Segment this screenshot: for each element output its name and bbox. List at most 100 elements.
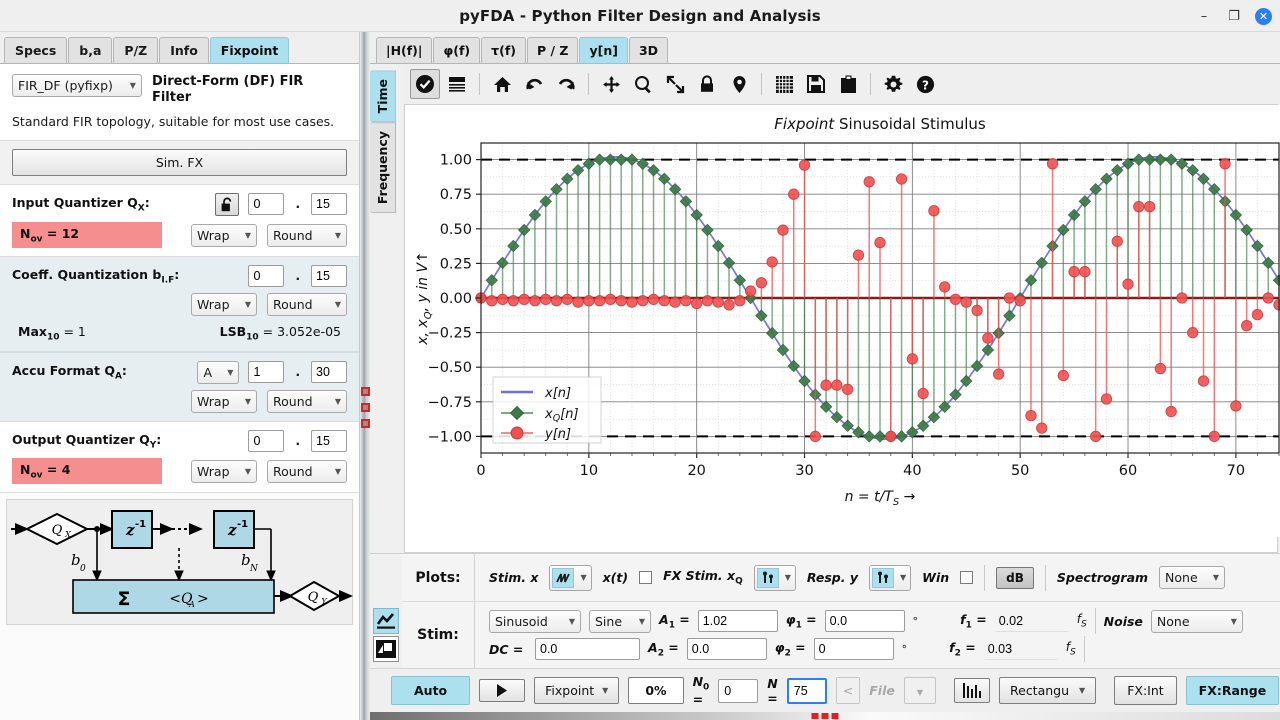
lock-icon[interactable] [692,69,722,99]
close-icon[interactable]: ✕ [1255,7,1272,25]
cq-max-value: = 1 [59,324,86,340]
tab-specs[interactable]: Specs [4,37,68,63]
coeff-frac-bits[interactable] [311,265,347,288]
zoom-fit-icon[interactable] [660,69,690,99]
coeff-quant-select[interactable]: Round ▼ [267,293,347,317]
splitter-handle[interactable] [361,387,370,435]
pan-icon[interactable] [596,69,626,99]
win-checkbox[interactable] [960,571,974,584]
tab-3d[interactable]: 3D [628,37,669,63]
tab-ba[interactable]: b,a [68,37,113,63]
a2-label: A2 = [648,640,679,659]
iq-ovfl-value: Wrap [197,227,230,243]
simulation-mode-select[interactable]: Fixpoint ▼ [534,677,620,704]
n0-input[interactable] [718,678,759,703]
accu-frac-bits[interactable] [311,361,347,384]
n0-sub: 0 [703,682,710,693]
oq-separator: . [295,433,300,448]
input-quantizer-quant-select[interactable]: Round ▼ [267,223,347,247]
tab-info[interactable]: Info [159,37,209,63]
accu-ovfl-select[interactable]: Wrap ▼ [191,389,257,413]
coeff-ovfl-select[interactable]: Wrap ▼ [191,293,257,317]
maximize-icon[interactable]: ❐ [1225,7,1243,25]
output-ovfl-select[interactable]: Wrap ▼ [191,459,257,483]
input-quantizer-int-bits[interactable] [248,193,285,216]
stim-x-style-select[interactable]: ▼ [549,564,592,591]
tab-magnitude[interactable]: |H(f)| [376,37,433,63]
lock-open-icon[interactable] [215,192,240,216]
stim-shape-select[interactable]: Sine ▼ [589,609,651,633]
topology-select[interactable]: FIR_DF (pyfixp) ▼ [12,74,142,97]
marker-icon[interactable] [724,69,754,99]
output-int-bits[interactable] [248,429,285,452]
a2-input[interactable] [686,638,767,660]
minimize-icon[interactable]: – [1195,7,1213,25]
tab-group-delay[interactable]: τ(f) [481,37,526,63]
fft-button[interactable] [954,678,990,703]
coeff-int-bits[interactable] [248,265,285,288]
panel-splitter[interactable] [360,32,370,720]
grid-icon[interactable] [769,69,799,99]
run-button[interactable] [479,679,526,702]
zoom-icon[interactable] [628,69,658,99]
window-buttons: – ❐ ✕ [1195,0,1272,32]
chevron-down-icon: ▼ [900,573,907,582]
redo-icon[interactable] [551,69,581,99]
tab-pz[interactable]: P/Z [113,37,159,63]
plot-canvas[interactable]: Fixpoint Sinusoidal Stimulus 0 10 20 30 40 50 6… [404,104,1280,553]
fx-stim-style-select[interactable]: ▼ [753,564,796,591]
clipboard-icon[interactable] [833,69,863,99]
phi1-input[interactable] [824,610,905,632]
vtab-time[interactable]: Time [370,70,396,123]
output-quant-select[interactable]: Round ▼ [267,459,347,483]
noise-select[interactable]: None ▼ [1150,609,1243,633]
line-plot-icon[interactable] [373,608,399,634]
f2-input[interactable] [983,638,1058,660]
help-icon[interactable]: ? [910,69,940,99]
area-plot-icon[interactable] [373,636,399,662]
input-quantizer-ovfl-select[interactable]: Wrap ▼ [191,223,257,247]
tab-phase[interactable]: φ(f) [433,37,481,63]
spectrogram-select[interactable]: None ▼ [1159,566,1226,589]
list-icon[interactable] [442,69,472,99]
n-eq: = [767,690,778,706]
file-select[interactable]: ▼ [903,677,936,704]
tab-impulse-response[interactable]: y[n] [579,37,628,63]
f2-unit: fS [1066,640,1076,657]
vtab-frequency[interactable]: Frequency [370,122,396,214]
output-frac-bits[interactable] [311,429,347,452]
f1-input[interactable] [994,610,1069,632]
auto-button[interactable]: Auto [391,676,471,705]
accu-int-bits[interactable] [248,361,285,384]
accu-mode-select[interactable]: A ▼ [197,360,240,384]
tab-fixpoint[interactable]: Fixpoint [209,37,290,63]
settings-icon[interactable] [878,69,908,99]
cq-label-text: Coeff. Quantization b [12,267,162,282]
fx-range-button[interactable]: FX:Range [1185,676,1280,705]
n-input[interactable] [786,677,827,704]
fx-int-button[interactable]: FX:Int [1114,676,1177,705]
sim-section: Sim. FX [0,140,359,185]
previous-file-button[interactable]: < [835,677,861,704]
resp-y-style-select[interactable]: ▼ [869,564,912,591]
undo-icon[interactable] [519,69,549,99]
phi2-input[interactable] [813,638,894,660]
chevron-down-icon: ▼ [244,230,251,240]
fft-window-select[interactable]: Rectangu ▼ [999,677,1097,704]
topology-select-value: FIR_DF (pyfixp) [18,78,113,93]
toolbar-separator [761,73,762,95]
a2-eq: = [663,639,679,655]
enable-plot-icon[interactable] [410,69,440,99]
home-icon[interactable] [487,69,517,99]
a1-input[interactable] [697,610,778,632]
tab-pole-zero[interactable]: P / Z [526,37,579,63]
stim-type-select[interactable]: Sinusoid ▼ [489,609,581,633]
sim-fx-button[interactable]: Sim. FX [12,148,347,176]
input-quantizer-frac-bits[interactable] [311,193,347,216]
xt-checkbox[interactable] [639,571,653,584]
db-toggle-button[interactable]: dB [996,566,1034,589]
accu-quant-select[interactable]: Round ▼ [267,389,347,413]
splitter-dot [361,403,370,412]
dc-input[interactable] [535,638,640,660]
save-icon[interactable] [801,69,831,99]
